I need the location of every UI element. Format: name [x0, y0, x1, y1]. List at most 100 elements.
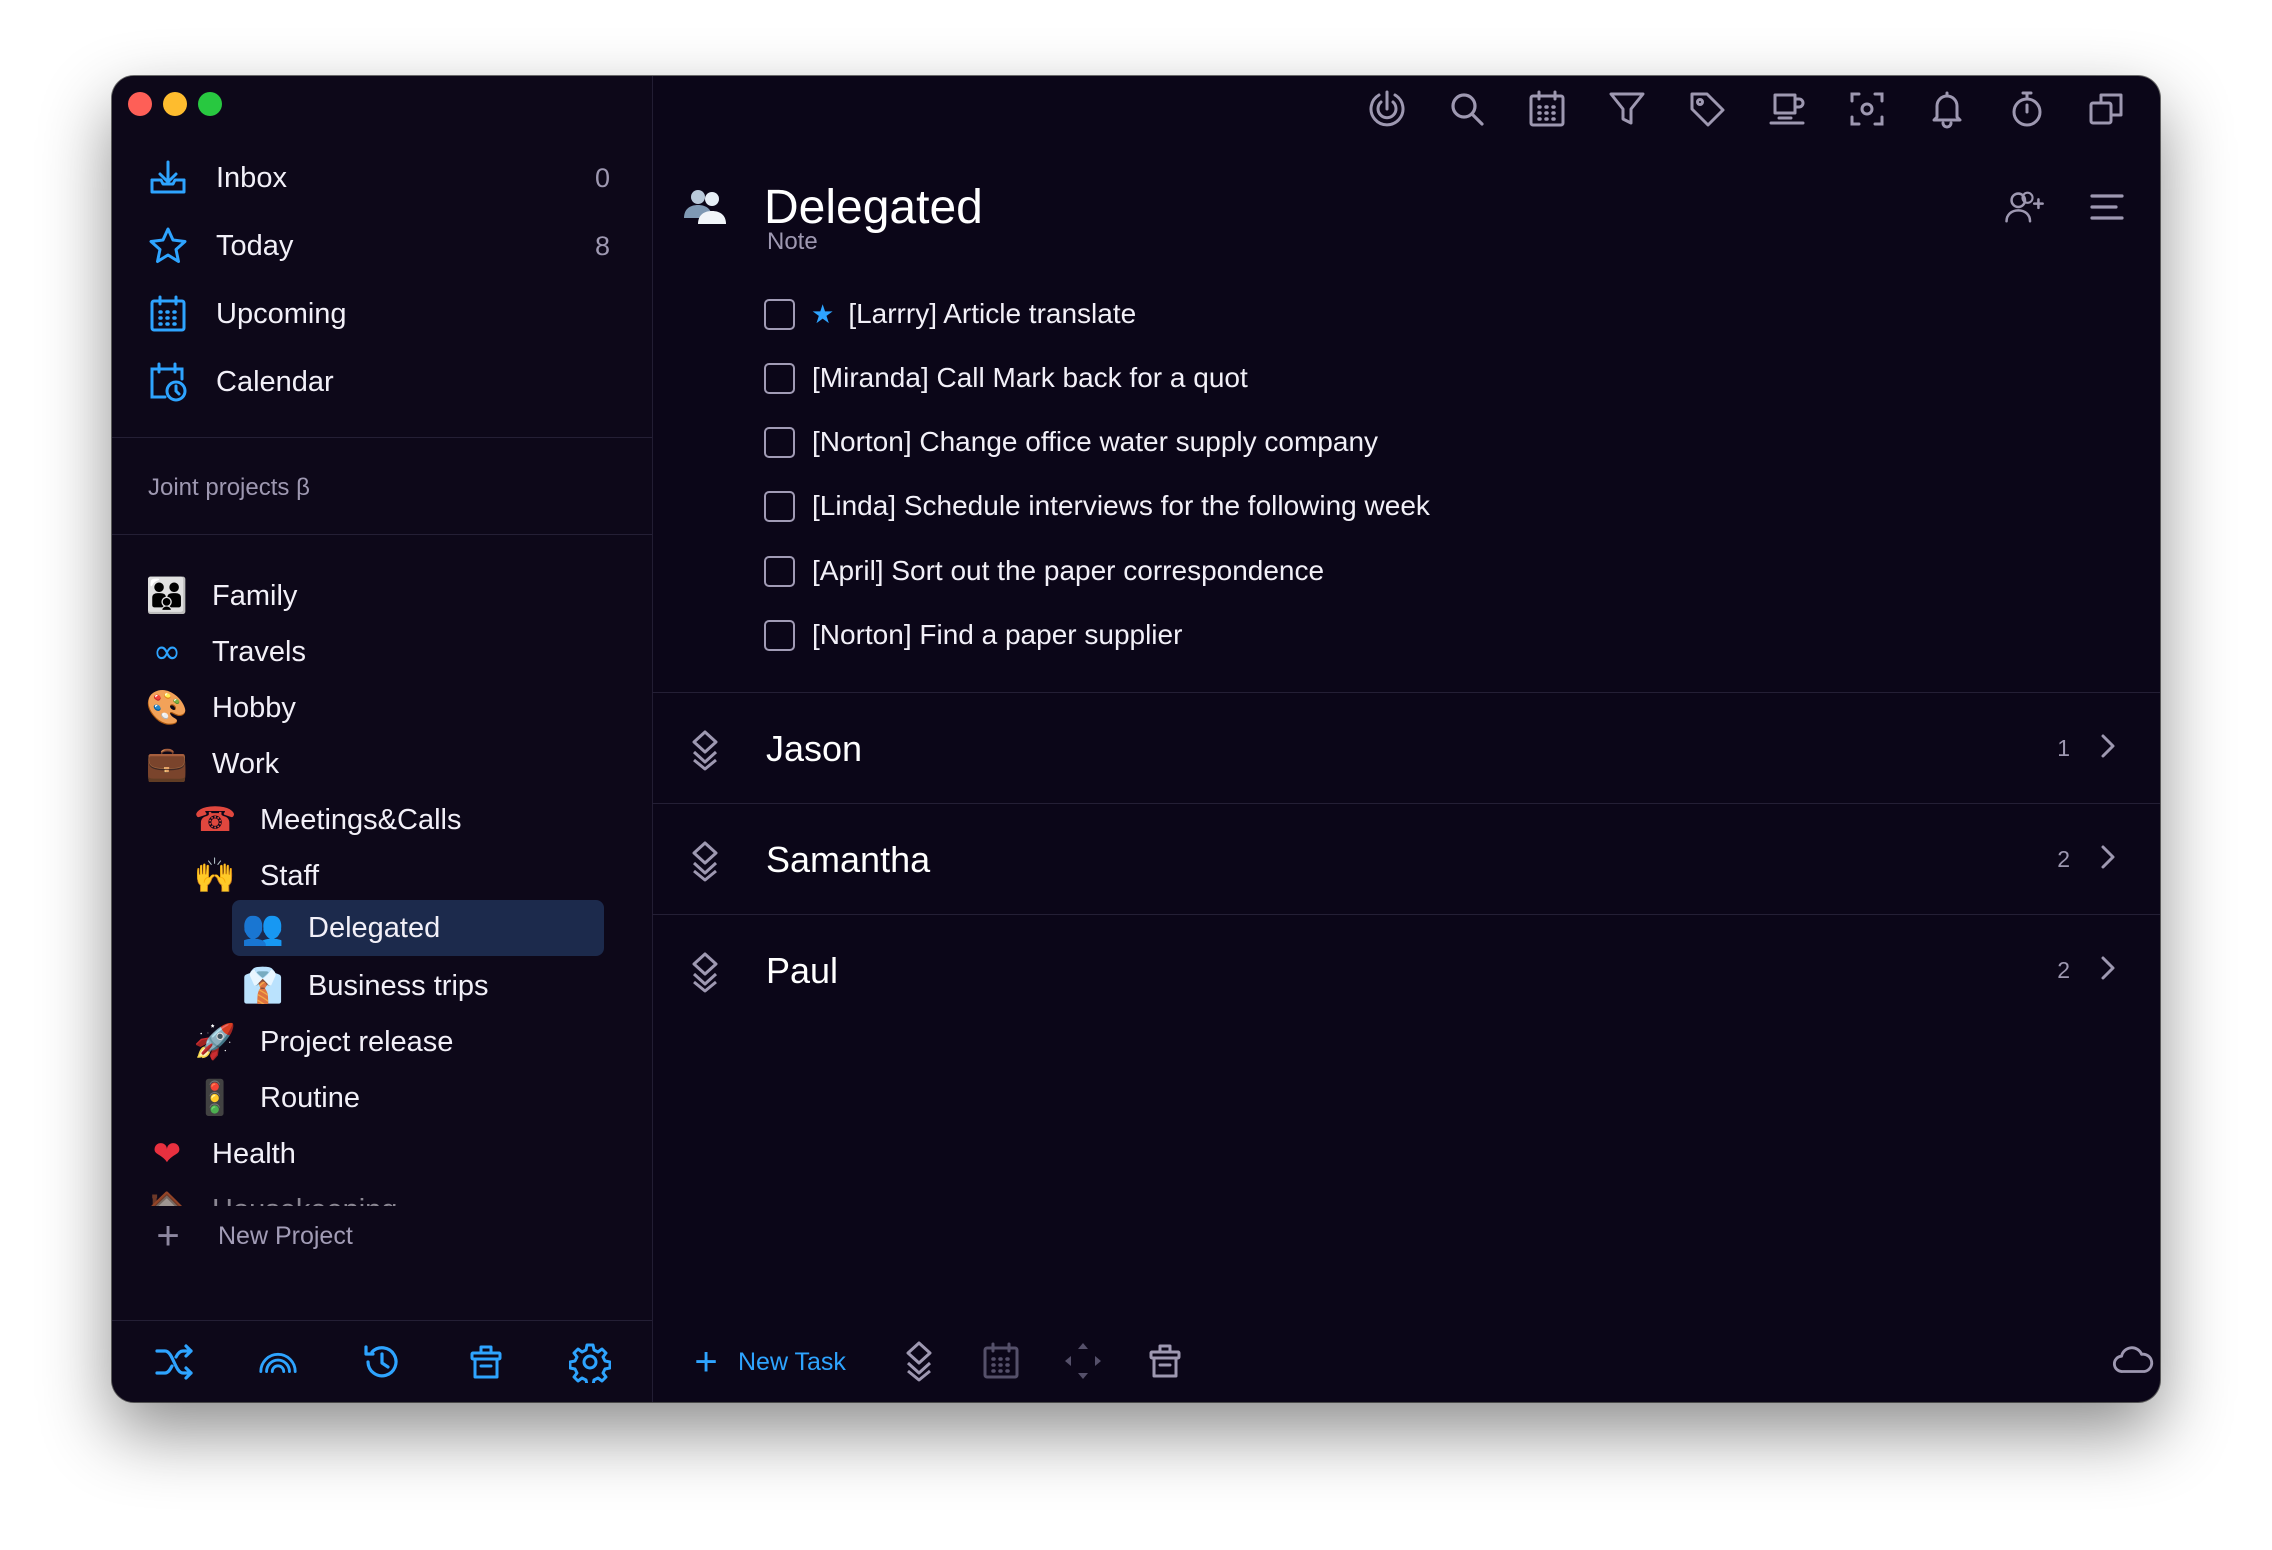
- add-person-icon[interactable]: [2004, 186, 2046, 228]
- main-bottom-toolbar: + New Task: [652, 1320, 2160, 1402]
- task-row[interactable]: [April] Sort out the paper correspondenc…: [764, 548, 1324, 594]
- stopwatch-icon[interactable]: [2006, 88, 2048, 130]
- task-checkbox[interactable]: [764, 619, 795, 651]
- group-row-jason[interactable]: Jason 1: [652, 692, 2160, 804]
- new-project-button[interactable]: + New Project: [148, 1214, 353, 1258]
- task-row[interactable]: [Norton] Change office water supply comp…: [764, 419, 1378, 465]
- sidebar-item-label: Work: [212, 747, 280, 780]
- diamond-stack-icon: [690, 951, 720, 998]
- house-emoji-icon: 🏠: [146, 1189, 188, 1206]
- sidebar-item-delegated[interactable]: 👥 Delegated: [232, 900, 604, 956]
- history-icon[interactable]: [361, 1341, 403, 1383]
- sidebar-scroll-clip: 🏠 Housekeeping: [112, 1184, 652, 1206]
- bell-icon[interactable]: [1926, 88, 1968, 130]
- filter-icon[interactable]: [1606, 88, 1648, 130]
- sidebar-item-staff[interactable]: 🙌 Staff: [194, 850, 319, 902]
- heart-emoji-icon: ❤: [152, 1134, 182, 1174]
- telephone-emoji-icon: ☎: [193, 800, 237, 840]
- sidebar-item-calendar[interactable]: Calendar: [146, 354, 616, 410]
- calendar-grid-icon: [146, 292, 190, 336]
- gear-icon[interactable]: [569, 1341, 611, 1383]
- sidebar-item-label: Travels: [212, 635, 306, 668]
- rainbow-signal-icon[interactable]: [257, 1341, 299, 1383]
- sidebar-item-label: Calendar: [216, 365, 334, 398]
- task-row[interactable]: [Miranda] Call Mark back for a quot: [764, 355, 1248, 401]
- page-title[interactable]: Delegated: [764, 180, 983, 235]
- sidebar-item-family[interactable]: 👪 Family: [145, 570, 298, 622]
- task-row[interactable]: [Norton] Find a paper supplier: [764, 612, 1182, 658]
- task-title[interactable]: [Miranda] Call Mark back for a quot: [812, 362, 1248, 394]
- scan-focus-icon[interactable]: [1846, 88, 1888, 130]
- trash-icon[interactable]: [1144, 1340, 1186, 1382]
- task-checkbox[interactable]: [764, 298, 795, 330]
- task-title[interactable]: [Linda] Schedule interviews for the foll…: [812, 490, 1430, 522]
- top-toolbar: [1366, 88, 2128, 130]
- focus-target-icon[interactable]: [1366, 88, 1408, 130]
- minimize-window-button[interactable]: [163, 92, 187, 116]
- joint-projects-header[interactable]: Joint projects β: [148, 474, 310, 502]
- task-checkbox[interactable]: [764, 362, 795, 394]
- task-title[interactable]: [Larrry] Article translate: [848, 298, 1136, 330]
- family-emoji-icon: 👪: [145, 576, 189, 616]
- task-row[interactable]: ★ [Larrry] Article translate: [764, 291, 1136, 337]
- sidebar-item-business-trips[interactable]: 👔 Business trips: [242, 960, 489, 1012]
- people-emoji-icon: 👥: [241, 908, 285, 948]
- sidebar-item-project-release[interactable]: 🚀 Project release: [194, 1016, 454, 1068]
- sidebar-item-housekeeping[interactable]: 🏠 Housekeeping: [146, 1184, 398, 1207]
- task-row[interactable]: [Linda] Schedule interviews for the foll…: [764, 483, 1430, 529]
- task-checkbox[interactable]: [764, 490, 795, 522]
- sidebar-divider: [112, 437, 652, 438]
- trash-icon[interactable]: [465, 1341, 507, 1383]
- cloud-sync-icon[interactable]: [2112, 1340, 2154, 1382]
- tag-icon[interactable]: [1686, 88, 1728, 130]
- sidebar-item-health[interactable]: ❤ Health: [146, 1128, 296, 1180]
- calendar-grid-icon[interactable]: [1526, 88, 1568, 130]
- coffee-break-icon[interactable]: [1766, 88, 1808, 130]
- sidebar-item-label: Housekeeping: [212, 1194, 397, 1207]
- sidebar-item-label: Business trips: [308, 969, 489, 1002]
- sidebar-item-work[interactable]: 💼 Work: [146, 738, 279, 790]
- sidebar-item-label: Health: [212, 1137, 296, 1170]
- task-checkbox[interactable]: [764, 426, 795, 458]
- move-arrows-icon[interactable]: [1062, 1340, 1104, 1382]
- raised-hands-emoji-icon: 🙌: [193, 856, 237, 896]
- task-title[interactable]: [Norton] Find a paper supplier: [812, 619, 1182, 651]
- menu-lines-icon[interactable]: [2086, 186, 2128, 228]
- sidebar-item-upcoming[interactable]: Upcoming: [146, 286, 616, 342]
- star-icon: ★: [811, 299, 835, 329]
- new-project-label: New Project: [218, 1221, 353, 1250]
- sidebar-item-travels[interactable]: ∞ Travels: [146, 626, 306, 678]
- necktie-emoji-icon: 👔: [241, 966, 285, 1006]
- plus-icon: +: [156, 1214, 180, 1258]
- sidebar-item-count: 0: [594, 162, 610, 193]
- sidebar-item-label: Today: [216, 229, 294, 262]
- sidebar-item-today[interactable]: Today 8: [146, 218, 616, 274]
- sidebar-item-label: Staff: [260, 859, 320, 892]
- search-icon[interactable]: [1446, 88, 1488, 130]
- task-checkbox[interactable]: [764, 555, 795, 587]
- task-title[interactable]: [Norton] Change office water supply comp…: [812, 426, 1378, 458]
- group-row-samantha[interactable]: Samantha 2: [652, 803, 2160, 915]
- sidebar-item-label: Hobby: [212, 691, 296, 724]
- diamond-stack-icon: [690, 840, 720, 887]
- copy-windows-icon[interactable]: [2086, 88, 2128, 130]
- new-task-button[interactable]: + New Task: [690, 1342, 846, 1382]
- sidebar-item-meetings-calls[interactable]: ☎ Meetings&Calls: [193, 794, 462, 846]
- sidebar-item-hobby[interactable]: 🎨 Hobby: [146, 682, 296, 734]
- sidebar-item-inbox[interactable]: Inbox 0: [146, 150, 616, 206]
- diamond-stack-icon[interactable]: [898, 1340, 940, 1382]
- sidebar-divider: [112, 534, 652, 535]
- chevron-right-icon: [2100, 733, 2116, 764]
- sidebar-item-routine[interactable]: 🚦 Routine: [194, 1072, 360, 1124]
- shuffle-icon[interactable]: [153, 1341, 195, 1383]
- zoom-window-button[interactable]: [198, 92, 222, 116]
- new-task-label: New Task: [738, 1347, 846, 1376]
- group-count: 1: [2057, 735, 2070, 761]
- chevron-right-icon: [2100, 955, 2116, 986]
- task-title[interactable]: [April] Sort out the paper correspondenc…: [812, 555, 1324, 587]
- group-row-paul[interactable]: Paul 2: [652, 914, 2160, 1026]
- sidebar-item-label: Delegated: [308, 911, 441, 944]
- calendar-grid-icon[interactable]: [980, 1340, 1022, 1382]
- project-note[interactable]: Note: [767, 228, 818, 256]
- close-window-button[interactable]: [128, 92, 152, 116]
